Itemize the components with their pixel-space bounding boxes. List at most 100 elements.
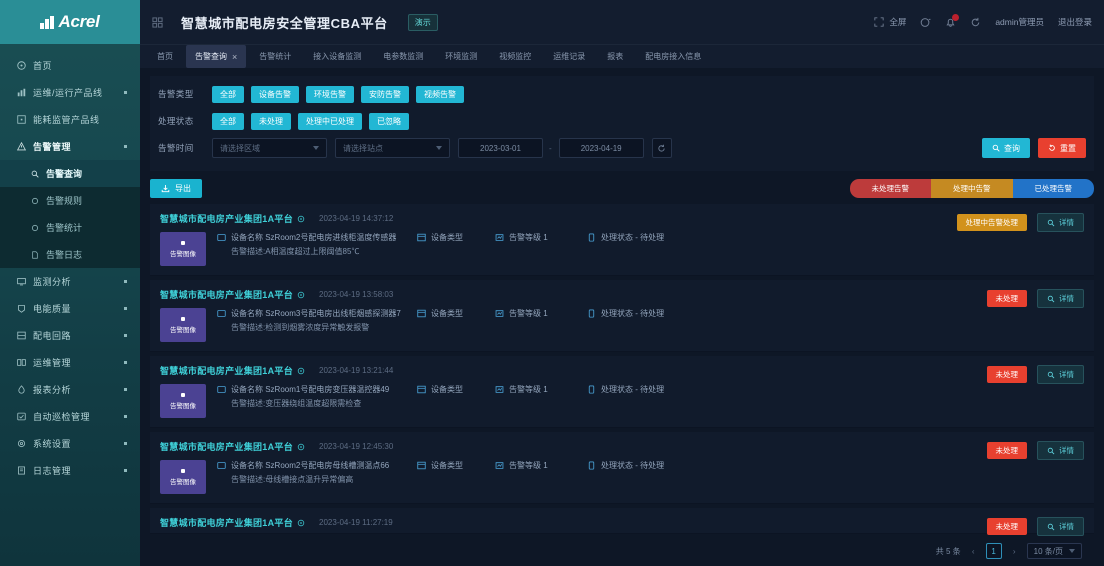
- alarm-thumbnail[interactable]: 告警图像: [160, 308, 206, 342]
- tab-environment[interactable]: 环境监测: [436, 45, 486, 68]
- meta-level: 告警等级 1: [495, 460, 587, 471]
- tab-ops-records[interactable]: 运维记录: [544, 45, 594, 68]
- search-button-label: 查询: [1004, 143, 1020, 153]
- sidebar-subitem-alarm-rules[interactable]: 告警规则: [0, 187, 140, 214]
- chevron-icon: [124, 307, 127, 310]
- detail-button[interactable]: 详情: [1037, 441, 1084, 460]
- table-row[interactable]: 智慧城市配电房产业集团1A平台 2023-04-19 13:21:44 告警图像: [150, 356, 1094, 428]
- chip-alarm-type-device[interactable]: 设备告警: [251, 85, 299, 103]
- tab-reports[interactable]: 报表: [598, 45, 632, 68]
- search-button[interactable]: 查询: [982, 138, 1030, 158]
- menu-collapse-icon[interactable]: [152, 16, 163, 28]
- sidebar-item-ops-product[interactable]: 运维/运行产品线: [0, 79, 140, 106]
- reset-button[interactable]: 重置: [1038, 138, 1086, 158]
- sidebar-item-circuit[interactable]: 配电回路: [0, 322, 140, 349]
- meta-type: 设备类型: [417, 384, 495, 395]
- status-badge[interactable]: 未处理: [986, 366, 1027, 383]
- alarm-thumbnail[interactable]: 告警图像: [160, 460, 206, 494]
- meta-device-text: 设备名称 SzRoom3号配电房出线柜烟感探测器7: [231, 309, 401, 318]
- sidebar-item-power-quality[interactable]: 电能质量: [0, 295, 140, 322]
- inspect-icon: [17, 412, 26, 421]
- detail-button[interactable]: 详情: [1037, 365, 1084, 384]
- location-icon: [297, 367, 305, 375]
- sidebar-item-home[interactable]: 首页: [0, 52, 140, 79]
- bell-icon[interactable]: [945, 13, 960, 28]
- meta-device-text: 设备名称 SzRoom2号配电房母线槽测温点66: [231, 461, 390, 470]
- chip-alarm-type-security[interactable]: 安防告警: [361, 85, 409, 103]
- fullscreen-item[interactable]: 全屏: [874, 16, 906, 28]
- sidebar-item-ops-management[interactable]: 运维管理: [0, 349, 140, 376]
- detail-icon: [1047, 371, 1055, 379]
- level-icon: [495, 461, 504, 470]
- date-refresh-button[interactable]: [651, 138, 672, 158]
- brand-logo[interactable]: Acrel: [0, 0, 140, 44]
- detail-button[interactable]: 详情: [1037, 517, 1084, 536]
- tab-video[interactable]: 视频监控: [490, 45, 540, 68]
- page-size-select[interactable]: 10 条/页: [1026, 543, 1082, 559]
- tab-label: 接入设备监测: [313, 52, 362, 61]
- pagination-page-1[interactable]: 1: [985, 543, 1002, 559]
- tab-electrical-params[interactable]: 电参数监测: [374, 45, 432, 68]
- tab-device-monitor[interactable]: 接入设备监测: [304, 45, 370, 68]
- sidebar-subitem-alarm-logs[interactable]: 告警日志: [0, 241, 140, 268]
- detail-button[interactable]: 详情: [1037, 289, 1084, 308]
- location-icon: [297, 291, 305, 299]
- app-root: Acrel 首页 运维/运行产品线 能耗监管产品线 告警管理 告警查询 告警规则…: [0, 0, 1104, 566]
- tab-home[interactable]: 首页: [148, 45, 182, 68]
- tab-alarm-query[interactable]: 告警查询 ×: [186, 45, 247, 68]
- table-row[interactable]: 智慧城市配电房产业集团1A平台 2023-04-19 14:37:12 告警图像: [150, 204, 1094, 276]
- status-badge[interactable]: 未处理: [986, 442, 1027, 459]
- sidebar-item-auto-inspection[interactable]: 自动巡检管理: [0, 403, 140, 430]
- status-badge[interactable]: 处理中告警处理: [956, 214, 1027, 231]
- legend-processing[interactable]: 处理中告警: [931, 179, 1013, 198]
- chip-alarm-type-all[interactable]: 全部: [212, 85, 244, 103]
- sidebar-item-label: 能耗监管产品线: [33, 115, 100, 125]
- sidebar-item-log-management[interactable]: 日志管理: [0, 457, 140, 484]
- chip-status-processing[interactable]: 处理中已处理: [298, 112, 362, 130]
- legend-processed[interactable]: 已处理告警: [1012, 179, 1094, 198]
- chip-status-pending[interactable]: 未处理: [251, 112, 291, 130]
- table-row[interactable]: 智慧城市配电房产业集团1A平台 2023-04-19 11:27:19 未处理 …: [150, 508, 1094, 536]
- table-row[interactable]: 智慧城市配电房产业集团1A平台 2023-04-19 12:45:30 告警图像: [150, 432, 1094, 504]
- filter-row-query: 告警时间 请选择区域 请选择站点 2023-03-01 - 2023-04-19…: [158, 136, 1086, 160]
- chip-alarm-type-environment[interactable]: 环境告警: [306, 85, 354, 103]
- detail-button[interactable]: 详情: [1037, 213, 1084, 232]
- alarm-thumbnail[interactable]: 告警图像: [160, 232, 206, 266]
- sidebar-item-system-settings[interactable]: 系统设置: [0, 430, 140, 457]
- close-icon[interactable]: ×: [232, 52, 237, 62]
- chip-status-all[interactable]: 全部: [212, 112, 244, 130]
- region-select[interactable]: 请选择区域: [212, 138, 327, 158]
- image-dot-icon: [181, 316, 185, 321]
- refresh-icon[interactable]: [970, 17, 981, 28]
- user-menu[interactable]: admin管理员: [995, 16, 1044, 28]
- action-row: 导出 未处理告警 处理中告警 已处理告警: [150, 179, 1094, 198]
- alarm-thumbnail[interactable]: 告警图像: [160, 384, 206, 418]
- sidebar-subitem-alarm-stats[interactable]: 告警统计: [0, 214, 140, 241]
- pagination-prev[interactable]: ‹: [967, 544, 980, 559]
- table-row[interactable]: 智慧城市配电房产业集团1A平台 2023-04-19 13:58:03 告警图像: [150, 280, 1094, 352]
- sidebar-subitem-alarm-query[interactable]: 告警查询: [0, 160, 140, 187]
- status-badge[interactable]: 未处理: [986, 290, 1027, 307]
- legend-unprocessed[interactable]: 未处理告警: [849, 179, 931, 198]
- date-to-input[interactable]: 2023-04-19: [558, 138, 644, 158]
- meta-level-text: 告警等级 1: [509, 461, 548, 470]
- export-button[interactable]: 导出: [150, 179, 202, 198]
- pagination-next[interactable]: ›: [1008, 544, 1021, 559]
- tab-substation-info[interactable]: 配电房接入信息: [636, 45, 710, 68]
- sidebar-item-report-analysis[interactable]: 报表分析: [0, 376, 140, 403]
- sidebar-item-energy-product[interactable]: 能耗监管产品线: [0, 106, 140, 133]
- status-badge[interactable]: 未处理: [986, 518, 1027, 535]
- logout-button[interactable]: 退出登录: [1058, 16, 1092, 28]
- sidebar-item-alarm-management[interactable]: 告警管理: [0, 133, 140, 160]
- chip-status-ignored[interactable]: 已忽略: [369, 112, 409, 130]
- chip-alarm-type-video[interactable]: 视频告警: [416, 85, 464, 103]
- station-select[interactable]: 请选择站点: [335, 138, 450, 158]
- language-icon[interactable]: [920, 17, 931, 28]
- detail-icon: [1047, 219, 1055, 227]
- tab-alarm-stats[interactable]: 告警统计: [250, 45, 300, 68]
- content-area: 告警类型 全部 设备告警 环境告警 安防告警 视频告警 处理状态 全部 未处理 …: [140, 68, 1104, 566]
- date-from-input[interactable]: 2023-03-01: [458, 138, 543, 158]
- filter-label: 处理状态: [158, 116, 194, 126]
- date-from-value: 2023-03-01: [480, 143, 521, 153]
- sidebar-item-monitor-analysis[interactable]: 监测分析: [0, 268, 140, 295]
